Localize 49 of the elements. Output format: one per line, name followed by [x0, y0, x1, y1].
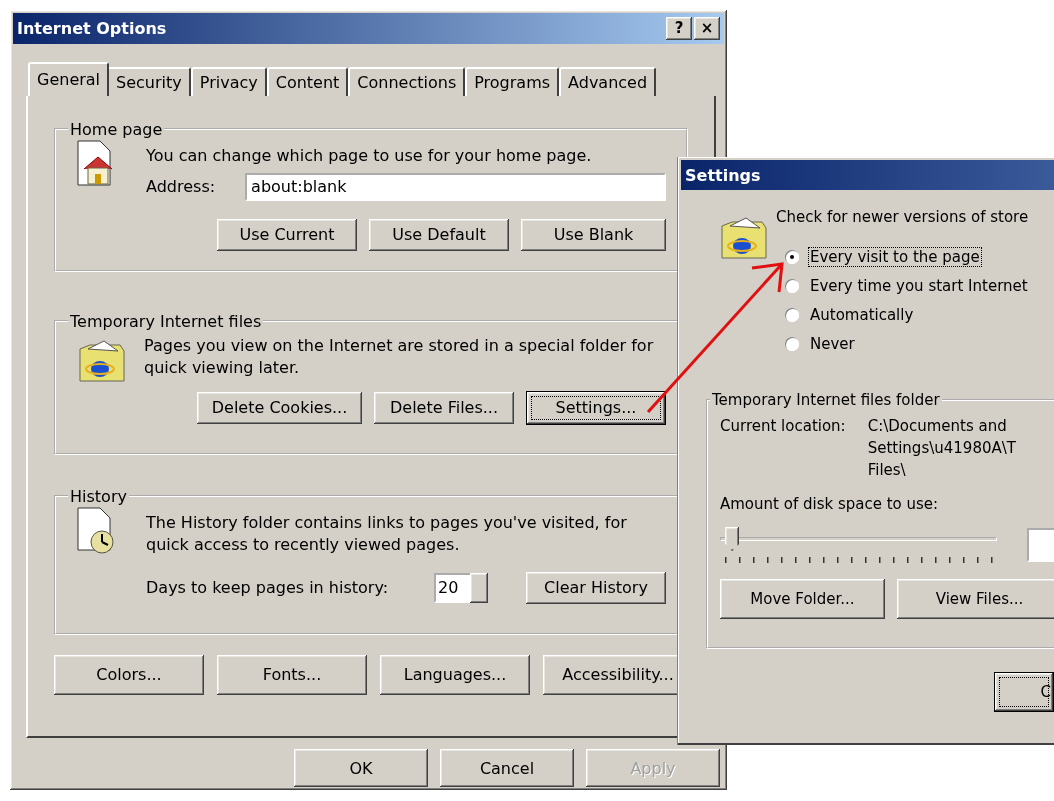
button[interactable]: Use Current: [217, 218, 357, 251]
slider-thumb[interactable]: [725, 527, 740, 551]
location-label: Current location:: [720, 416, 846, 437]
radio-option[interactable]: Automatically: [785, 306, 1054, 324]
group-title: Home page: [69, 119, 164, 139]
button[interactable]: Use Default: [369, 218, 509, 251]
group-title: Temporary Internet files folder: [711, 391, 941, 409]
tab[interactable]: General: [28, 61, 110, 96]
button[interactable]: Move Folder...: [720, 579, 885, 619]
group-title: Temporary Internet files: [69, 311, 263, 331]
window-title: Internet Options: [17, 18, 167, 38]
button[interactable]: Use Blank: [521, 218, 666, 251]
description: The History folder contains links to pages you've visited, for quick access to recently viewed pages.: [146, 511, 628, 556]
group-title: History: [69, 486, 128, 506]
radio-option[interactable]: Never: [785, 335, 1054, 353]
address-field[interactable]: about:blank: [245, 172, 666, 201]
prompt-text: Check for newer versions of store: [776, 208, 1029, 226]
spin-buttons[interactable]: [470, 572, 488, 603]
tab[interactable]: Privacy: [190, 66, 267, 96]
tab[interactable]: Security: [107, 66, 191, 96]
window-title: Settings: [685, 165, 761, 185]
button[interactable]: Delete Files...: [374, 391, 514, 424]
description: Pages you view on the Internet are stored in a special folder for quick viewing later.: [144, 334, 655, 379]
tab[interactable]: Advanced: [559, 66, 657, 96]
button[interactable]: Colors...: [54, 654, 204, 695]
disk-space-slider[interactable]: [720, 525, 997, 553]
button[interactable]: Delete Cookies...: [197, 391, 362, 424]
help-button[interactable]: ?: [666, 16, 692, 40]
button[interactable]: View Files...: [897, 579, 1054, 619]
location-path: Files\: [867, 460, 907, 481]
disk-space-label: Amount of disk space to use:: [720, 494, 940, 515]
radio-option[interactable]: Every visit to the page: [785, 248, 1054, 266]
tab[interactable]: Connections: [348, 66, 466, 96]
location-path: Settings\u41980A\T: [867, 438, 1016, 459]
tab[interactable]: Programs: [465, 66, 560, 96]
button[interactable]: Clear History: [526, 571, 666, 604]
days-label: Days to keep pages in history:: [146, 578, 389, 598]
location-path: C:\Documents and: [867, 416, 1008, 437]
button[interactable]: OK: [294, 749, 428, 787]
address-label: Address:: [146, 177, 216, 197]
radio-option[interactable]: Every time you start Internet: [785, 277, 1054, 295]
button[interactable]: Fonts...: [217, 654, 367, 695]
days-field[interactable]: 20: [434, 572, 470, 603]
tab[interactable]: Content: [266, 66, 349, 96]
description: You can change which page to use for your home page.: [146, 144, 593, 167]
close-button[interactable]: ×: [694, 16, 720, 40]
button[interactable]: Cancel: [440, 749, 574, 787]
button[interactable]: Settings...: [526, 390, 666, 425]
button[interactable]: Languages...: [380, 654, 530, 695]
